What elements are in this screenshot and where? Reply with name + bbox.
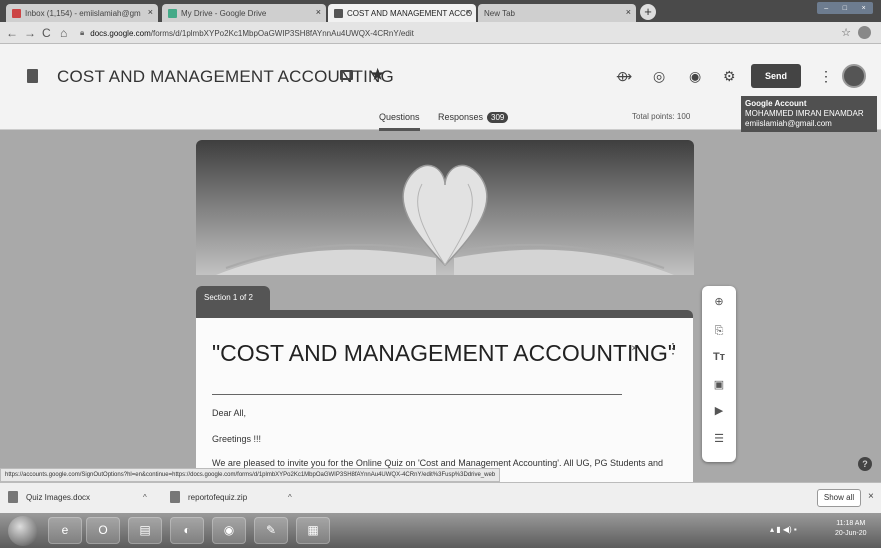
minimize-icon[interactable]: –: [824, 5, 828, 12]
chevron-up-icon[interactable]: ^: [143, 493, 147, 502]
taskbar-app-icon[interactable]: ◐: [170, 517, 204, 544]
close-icon[interactable]: ×: [868, 491, 874, 502]
tab-label: COST AND MANAGEMENT ACCO: [347, 8, 473, 18]
form-title-card[interactable]: "COST AND MANAGEMENT ACCOUNTING" ⌄ ⌃ ⋮ De…: [196, 310, 693, 482]
download-filename: Quiz Images.docx: [26, 492, 91, 502]
tab-inbox[interactable]: Inbox (1,154) - emiislamiah@gm ×: [6, 4, 158, 22]
preview-eye-icon[interactable]: ◉: [689, 68, 701, 85]
system-tray[interactable]: ▴ ▮ ◀) ▪: [770, 525, 797, 534]
forms-icon: [334, 8, 343, 18]
tab-questions-label: Questions: [379, 112, 420, 122]
header-image: [196, 140, 694, 275]
desc-line-1[interactable]: Dear All,: [212, 408, 246, 418]
add-section-icon[interactable]: ☰: [711, 431, 727, 447]
add-video-icon[interactable]: ▶: [711, 403, 727, 419]
drive-icon: [168, 8, 177, 18]
title-underline: [212, 394, 622, 395]
home-icon[interactable]: ⌂: [60, 26, 67, 40]
forward-icon[interactable]: →: [24, 26, 36, 40]
maximize-icon[interactable]: □: [843, 5, 847, 12]
tab-label: New Tab: [484, 8, 515, 18]
taskbar-explorer-icon[interactable]: ▤: [128, 517, 162, 544]
add-title-icon[interactable]: Tт: [711, 349, 727, 365]
taskbar-opera-icon[interactable]: O: [86, 517, 120, 544]
close-icon[interactable]: ×: [316, 7, 321, 17]
desc-line-3[interactable]: We are pleased to invite you for the Onl…: [212, 458, 663, 468]
download-item[interactable]: reportofequiz.zip: [170, 491, 247, 503]
avatar[interactable]: [842, 64, 866, 88]
close-window-icon[interactable]: ×: [862, 5, 866, 12]
address-bar: ← → C ⌂ 🔒︎ docs.google.com/forms/d/1plmb…: [0, 22, 881, 44]
tab-label: My Drive - Google Drive: [181, 8, 267, 18]
taskbar-ie-icon[interactable]: e: [48, 517, 82, 544]
new-tab-button[interactable]: +: [640, 4, 656, 20]
lock-icon: 🔒︎: [80, 28, 85, 37]
tab-responses[interactable]: Responses 309: [438, 112, 509, 123]
taskbar-chrome-icon[interactable]: ◉: [212, 517, 246, 544]
download-item[interactable]: Quiz Images.docx: [8, 491, 90, 503]
desc-line-2[interactable]: Greetings !!!: [212, 434, 261, 444]
download-shelf: Quiz Images.docx ^ reportofequiz.zip ^ S…: [0, 482, 881, 513]
taskbar-paint-icon[interactable]: ✎: [254, 517, 288, 544]
gmail-icon: [12, 8, 21, 18]
folder-icon[interactable]: [340, 70, 353, 80]
section-more-icon[interactable]: ⋮: [666, 340, 680, 357]
section-badge: Section 1 of 2: [196, 286, 270, 310]
help-icon[interactable]: ?: [858, 457, 872, 471]
clock-date: 20-Jun-20: [835, 530, 867, 537]
back-icon[interactable]: ←: [6, 26, 18, 40]
forms-header: COST AND MANAGEMENT ACCOUNTING ★ ⟴ ◎ ◉ ⚙…: [0, 44, 881, 132]
book-heart-illustration: [216, 164, 674, 275]
start-button[interactable]: [8, 516, 38, 546]
close-icon[interactable]: ×: [466, 7, 471, 17]
tab-responses-label: Responses: [438, 112, 484, 122]
tooltip-email: emiislamiah@gmail.com: [745, 119, 832, 128]
add-question-icon[interactable]: ⊕: [711, 294, 727, 310]
import-questions-icon[interactable]: ⎘: [711, 323, 727, 339]
docx-file-icon: [8, 491, 18, 503]
url-input[interactable]: 🔒︎ docs.google.com/forms/d/1plmbXYPo2Kc1…: [80, 25, 820, 41]
clock-time: 11:18 AM: [836, 520, 866, 527]
tooltip-heading: Google Account: [745, 99, 807, 108]
taskbar: e O ▤ ◐ ◉ ✎ ▦ ▴ ▮ ◀) ▪ 11:18 AM 20-Jun-2…: [0, 513, 881, 548]
forms-logo-icon[interactable]: [27, 69, 38, 83]
add-image-icon[interactable]: ▣: [711, 377, 727, 393]
total-points: Total points: 100: [632, 112, 691, 121]
url-path: /forms/d/1plmbXYPo2Kc1MbpOaGWIP3SH8fAYnn…: [150, 28, 414, 38]
tab-label: Inbox (1,154) - emiislamiah@gm: [25, 8, 141, 18]
form-title[interactable]: "COST AND MANAGEMENT ACCOUNTING": [212, 340, 676, 367]
chevron-up-icon[interactable]: ^: [288, 493, 292, 502]
addons-icon[interactable]: ⟴: [616, 68, 632, 85]
close-icon[interactable]: ×: [148, 7, 153, 17]
collapse-icon[interactable]: ⌄ ⌃: [630, 341, 638, 358]
tooltip-name: MOHAMMED IMRAN ENAMDAR: [745, 109, 864, 118]
zip-file-icon: [170, 491, 180, 503]
close-icon[interactable]: ×: [626, 7, 631, 17]
tab-newtab[interactable]: New Tab ×: [478, 4, 636, 22]
tab-form[interactable]: COST AND MANAGEMENT ACCO ×: [328, 4, 476, 22]
responses-count-badge: 309: [487, 112, 509, 123]
more-vert-icon[interactable]: ⋮: [819, 68, 833, 85]
star-icon[interactable]: ★: [370, 65, 385, 85]
taskbar-notepad-icon[interactable]: ▦: [296, 517, 330, 544]
browser-profile-icon[interactable]: [858, 26, 871, 39]
send-button[interactable]: Send: [751, 64, 801, 88]
reload-icon[interactable]: C: [42, 26, 51, 40]
bookmark-star-icon[interactable]: ☆: [841, 26, 851, 39]
download-filename: reportofequiz.zip: [188, 492, 248, 502]
account-tooltip: Google Account MOHAMMED IMRAN ENAMDAR em…: [741, 96, 877, 132]
status-url: https://accounts.google.com/SignOutOptio…: [0, 468, 501, 482]
palette-icon[interactable]: ◎: [653, 68, 665, 85]
clock[interactable]: 11:18 AM 20-Jun-20: [835, 519, 867, 539]
settings-gear-icon[interactable]: ⚙︎: [723, 68, 736, 85]
window-controls[interactable]: – □ ×: [817, 2, 873, 14]
url-domain: docs.google.com: [90, 28, 151, 38]
show-all-button[interactable]: Show all: [817, 489, 861, 507]
tab-drive[interactable]: My Drive - Google Drive ×: [162, 4, 326, 22]
browser-tab-strip: Inbox (1,154) - emiislamiah@gm × My Driv…: [0, 0, 881, 22]
tab-questions[interactable]: Questions: [379, 112, 420, 131]
floating-toolbar: ⊕ ⎘ Tт ▣ ▶ ☰: [702, 286, 736, 462]
